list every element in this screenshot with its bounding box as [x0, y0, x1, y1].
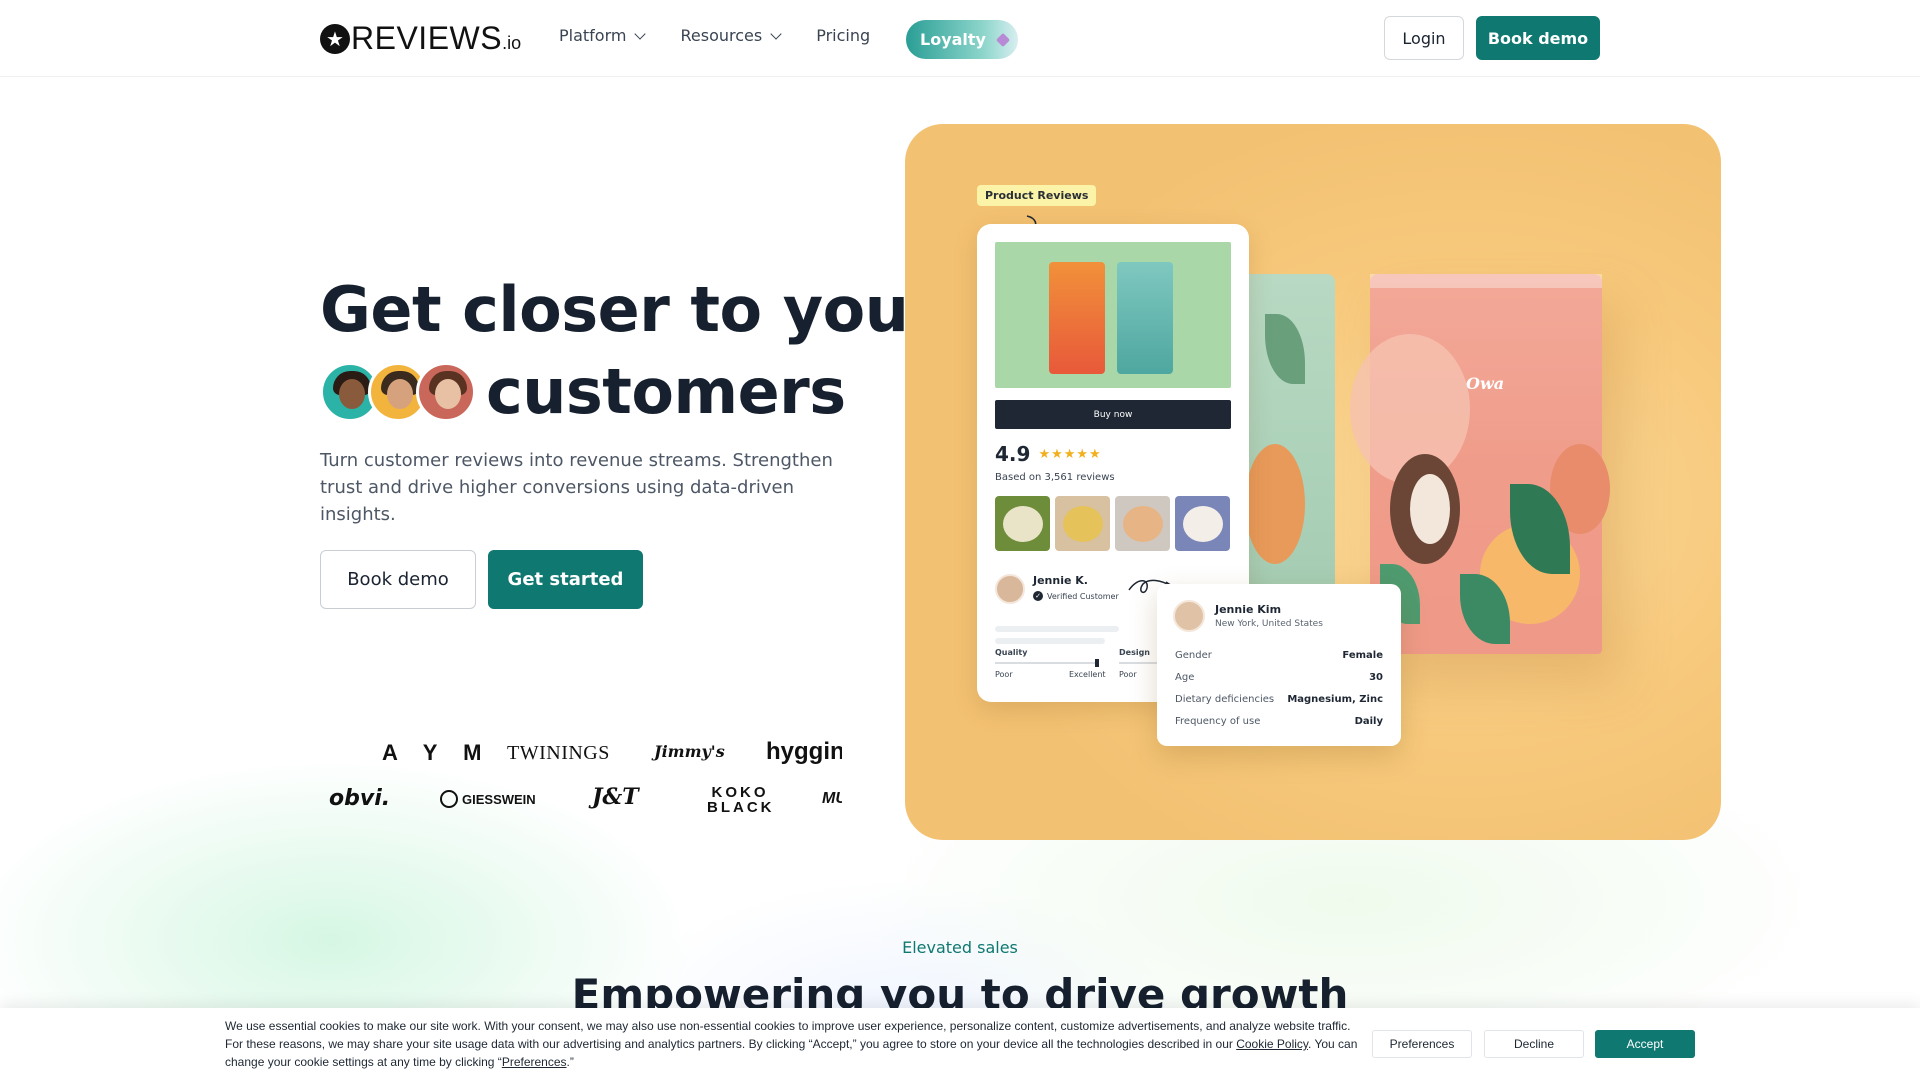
loyalty-button[interactable]: Loyalty: [906, 20, 1018, 59]
hero-title-line1: Get closer to your: [320, 273, 939, 346]
verified-label: Verified Customer: [1047, 591, 1119, 601]
get-started-button[interactable]: Get started: [488, 550, 643, 609]
pink-pouch: Owa: [1350, 274, 1610, 654]
hero-illustration: Owa Product Reviews Buy now 4.9 ★★★★★ Ba…: [905, 124, 1721, 840]
section-eyebrow: Elevated sales: [902, 938, 1018, 957]
logo-wordmark: REVIEWS: [351, 20, 503, 56]
customer-profile-card: Jennie Kim New York, United States Gende…: [1157, 584, 1401, 746]
nav-platform[interactable]: Platform: [559, 26, 647, 45]
giesswein-text: GIESSWEIN: [462, 791, 536, 807]
brand-logo-jimmys: Jimmy's: [654, 742, 725, 761]
design-label: Design: [1119, 648, 1150, 657]
brand-logo-obvi: obvi.: [329, 786, 391, 811]
profile-name: Jennie Kim: [1215, 603, 1282, 616]
cookie-preferences-link[interactable]: Preferences: [502, 1055, 567, 1069]
hero-title-line2: customers: [486, 355, 846, 428]
excellent-label: Excellent: [1069, 670, 1106, 679]
review-photos: [995, 496, 1235, 551]
brand-logo-jt: J&T: [592, 784, 639, 810]
login-button[interactable]: Login: [1384, 16, 1464, 60]
profile-row: Age 30: [1175, 672, 1383, 683]
text-placeholder-bar: [995, 638, 1105, 644]
gem-icon: [995, 32, 1011, 47]
nav-resources-label: Resources: [680, 26, 763, 45]
check-icon: ✓: [1033, 591, 1043, 601]
profile-location: New York, United States: [1215, 619, 1323, 629]
rating-score: 4.9: [995, 442, 1031, 466]
review-photo[interactable]: [995, 496, 1050, 551]
reviewer: Jennie K. ✓ Verified Customer: [995, 574, 1119, 604]
profile-key: Frequency of use: [1175, 716, 1261, 727]
profile-value: Female: [1342, 650, 1383, 661]
brand-logo-giesswein: GIESSWEIN: [440, 790, 536, 808]
brand-logo-aym: A Y M: [382, 740, 492, 765]
nav-pricing-label: Pricing: [816, 26, 871, 45]
hero-title-line2-row: customers: [320, 350, 846, 434]
nav-book-demo-button[interactable]: Book demo: [1476, 16, 1600, 60]
buy-now-button[interactable]: Buy now: [995, 400, 1231, 429]
rating-stars-icon: ★★★★★: [1038, 446, 1102, 462]
product-reviews-tag: Product Reviews: [977, 185, 1097, 206]
cookie-text-part: .”: [566, 1055, 574, 1069]
green-pouch: [1235, 274, 1335, 594]
brand-logo-hyggins: hyggin: [766, 738, 842, 765]
customer-avatars: [320, 362, 476, 422]
design-slider: [1119, 662, 1159, 664]
review-photo[interactable]: [1175, 496, 1230, 551]
giesswein-mark-icon: [440, 790, 458, 808]
cookie-policy-link[interactable]: Cookie Policy: [1236, 1037, 1308, 1051]
avatar: [995, 574, 1025, 604]
cookie-preferences-button[interactable]: Preferences: [1372, 1030, 1472, 1058]
quality-label: Quality: [995, 648, 1028, 657]
text-placeholder-bar: [995, 626, 1119, 632]
review-photo[interactable]: [1055, 496, 1110, 551]
logo-suffix: .io: [502, 33, 522, 53]
nav-links: Platform Resources Pricing: [559, 26, 906, 45]
hero-subtitle: Turn customer reviews into revenue strea…: [320, 450, 833, 525]
profile-row: Dietary deficiencies Magnesium, Zinc: [1175, 694, 1383, 705]
top-navigation: ★ REVIEWS .io Platform Resources Pricing…: [0, 0, 1920, 77]
profile-row: Frequency of use Daily: [1175, 716, 1383, 727]
cookie-accept-button[interactable]: Accept: [1595, 1030, 1695, 1058]
star-logo-icon: ★: [320, 23, 350, 54]
pouch-brand-mark: Owa: [1466, 374, 1505, 393]
profile-value: Magnesium, Zinc: [1287, 694, 1383, 705]
chevron-down-icon: [770, 27, 782, 40]
brand-logo-mu: MU: [822, 790, 842, 807]
reviews-io-logo[interactable]: ★ REVIEWS .io: [320, 20, 521, 57]
hero-book-demo-button[interactable]: Book demo: [320, 550, 476, 609]
brand-logo-twinings: TWININGS: [507, 742, 610, 764]
cookie-text: We use essential cookies to make our sit…: [225, 1017, 1365, 1071]
cookie-banner: We use essential cookies to make our sit…: [0, 1008, 1920, 1080]
brand-logo-koko-black: KOKO BLACK: [707, 784, 775, 816]
review-count: Based on 3,561 reviews: [995, 472, 1115, 483]
verified-badge: ✓ Verified Customer: [1033, 591, 1119, 601]
quality-slider: [995, 659, 1099, 667]
cookie-text-part: We use essential cookies to make our sit…: [225, 1019, 1351, 1051]
nav-platform-label: Platform: [559, 26, 627, 45]
poor-label: Poor: [995, 670, 1013, 679]
nav-pricing[interactable]: Pricing: [816, 26, 870, 45]
profile-key: Age: [1175, 672, 1195, 683]
avatar: [416, 362, 476, 422]
loyalty-label: Loyalty: [920, 30, 986, 49]
profile-key: Gender: [1175, 650, 1212, 661]
poor-label: Poor: [1119, 670, 1137, 679]
profile-value: 30: [1369, 672, 1383, 683]
profile-value: Daily: [1354, 716, 1383, 727]
product-image: [995, 242, 1231, 388]
profile-key: Dietary deficiencies: [1175, 694, 1275, 705]
reviewer-name: Jennie K.: [1033, 574, 1088, 587]
avatar: [1173, 600, 1205, 632]
review-photo[interactable]: [1115, 496, 1170, 551]
chevron-down-icon: [634, 27, 647, 40]
rating-summary: 4.9 ★★★★★: [995, 442, 1102, 466]
nav-resources[interactable]: Resources: [680, 26, 782, 45]
cookie-decline-button[interactable]: Decline: [1484, 1030, 1584, 1058]
profile-row: Gender Female: [1175, 650, 1383, 661]
